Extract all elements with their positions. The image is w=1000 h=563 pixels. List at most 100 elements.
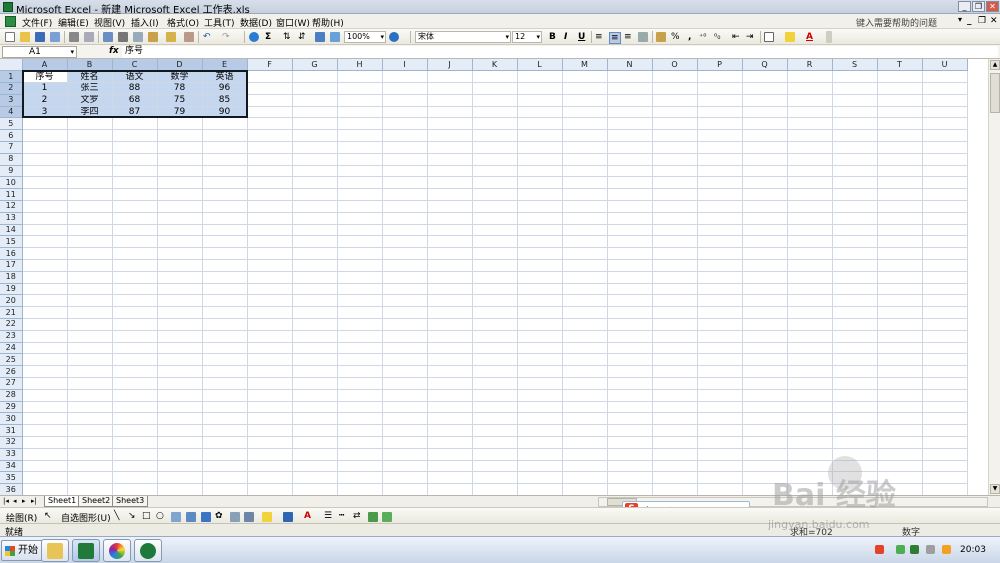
cell-j18[interactable] bbox=[427, 271, 473, 284]
cell-t19[interactable] bbox=[877, 283, 923, 296]
last-sheet-icon[interactable]: ▸| bbox=[31, 497, 37, 505]
column-header-i[interactable]: I bbox=[382, 59, 428, 72]
formula-input[interactable]: 序号 bbox=[122, 46, 998, 58]
cell-q11[interactable] bbox=[742, 188, 788, 202]
tab-sheet3[interactable]: Sheet3 bbox=[112, 496, 149, 507]
cell-r1[interactable] bbox=[787, 70, 833, 84]
cell-m35[interactable] bbox=[562, 471, 608, 485]
name-box-dropdown-icon[interactable]: ▾ bbox=[70, 47, 74, 57]
cell-s11[interactable] bbox=[832, 188, 878, 202]
column-header-p[interactable]: P bbox=[697, 59, 743, 72]
cell-d30[interactable] bbox=[157, 412, 203, 426]
cell-r25[interactable] bbox=[787, 353, 833, 367]
cell-p6[interactable] bbox=[697, 129, 743, 143]
cell-s34[interactable] bbox=[832, 460, 878, 473]
copy-icon[interactable] bbox=[133, 32, 143, 42]
cell-n5[interactable] bbox=[607, 117, 653, 131]
cell-k17[interactable] bbox=[472, 259, 518, 272]
cell-g4[interactable] bbox=[292, 106, 338, 119]
cell-l11[interactable] bbox=[517, 188, 563, 202]
cell-k34[interactable] bbox=[472, 460, 518, 473]
cell-f10[interactable] bbox=[247, 176, 293, 190]
cell-n23[interactable] bbox=[607, 330, 653, 343]
cell-o4[interactable] bbox=[652, 106, 698, 119]
cell-n26[interactable] bbox=[607, 365, 653, 379]
cell-h32[interactable] bbox=[337, 436, 383, 449]
oval-icon[interactable]: ○ bbox=[156, 511, 164, 521]
cell-p27[interactable] bbox=[697, 377, 743, 390]
cell-c24[interactable] bbox=[112, 342, 158, 355]
menu-view[interactable]: 视图(V) bbox=[94, 16, 125, 29]
doc-restore-icon[interactable]: ❐ bbox=[978, 16, 986, 26]
cell-g36[interactable] bbox=[292, 483, 338, 495]
cell-t6[interactable] bbox=[877, 129, 923, 143]
cell-j2[interactable] bbox=[427, 82, 473, 95]
cell-k5[interactable] bbox=[472, 117, 518, 131]
cell-m26[interactable] bbox=[562, 365, 608, 379]
cell-m9[interactable] bbox=[562, 165, 608, 178]
cell-t1[interactable] bbox=[877, 70, 923, 84]
taskbar-excel[interactable] bbox=[72, 539, 100, 562]
row-header[interactable]: 9 bbox=[0, 165, 23, 178]
cell-e11[interactable] bbox=[202, 188, 248, 202]
cell-l25[interactable] bbox=[517, 353, 563, 367]
cell-d26[interactable] bbox=[157, 365, 203, 379]
cell-t9[interactable] bbox=[877, 165, 923, 178]
cell-b31[interactable] bbox=[67, 424, 113, 437]
tray-volume-icon[interactable] bbox=[942, 545, 951, 554]
cell-s30[interactable] bbox=[832, 412, 878, 426]
cell-c3[interactable]: 68 bbox=[112, 94, 158, 107]
cell-l29[interactable] bbox=[517, 401, 563, 414]
cell-q6[interactable] bbox=[742, 129, 788, 143]
cell-k25[interactable] bbox=[472, 353, 518, 367]
cell-h1[interactable] bbox=[337, 70, 383, 84]
tab-sheet1[interactable]: Sheet1 bbox=[44, 496, 81, 507]
cell-b22[interactable] bbox=[67, 318, 113, 331]
cell-g34[interactable] bbox=[292, 460, 338, 473]
cell-l1[interactable] bbox=[517, 70, 563, 84]
cell-q29[interactable] bbox=[742, 401, 788, 414]
fx-icon[interactable]: fx bbox=[109, 46, 119, 56]
undo-icon[interactable]: ↶ bbox=[203, 32, 211, 42]
worksheet-grid[interactable]: A B C D E F G H I J K L M N O P Q R S T U 1 序号 姓名 语文 数学 英语 2 1 张三 88 78… bbox=[0, 59, 988, 495]
cell-n19[interactable] bbox=[607, 283, 653, 296]
cell-i21[interactable] bbox=[382, 306, 428, 320]
cell-c7[interactable] bbox=[112, 141, 158, 154]
cell-d8[interactable] bbox=[157, 153, 203, 166]
cell-d19[interactable] bbox=[157, 283, 203, 296]
cell-b16[interactable] bbox=[67, 247, 113, 261]
fill-color-icon[interactable] bbox=[785, 32, 795, 42]
shadow-icon[interactable] bbox=[368, 512, 378, 522]
row-header[interactable]: 33 bbox=[0, 448, 23, 461]
cell-b32[interactable] bbox=[67, 436, 113, 449]
cell-e12[interactable] bbox=[202, 200, 248, 213]
cell-r17[interactable] bbox=[787, 259, 833, 272]
cell-n18[interactable] bbox=[607, 271, 653, 284]
cell-b6[interactable] bbox=[67, 129, 113, 143]
cell-s12[interactable] bbox=[832, 200, 878, 213]
cell-i9[interactable] bbox=[382, 165, 428, 178]
cell-f8[interactable] bbox=[247, 153, 293, 166]
cell-e9[interactable] bbox=[202, 165, 248, 178]
cell-m36[interactable] bbox=[562, 483, 608, 495]
cell-r11[interactable] bbox=[787, 188, 833, 202]
cell-p4[interactable] bbox=[697, 106, 743, 119]
cell-h30[interactable] bbox=[337, 412, 383, 426]
cell-q27[interactable] bbox=[742, 377, 788, 390]
cell-l6[interactable] bbox=[517, 129, 563, 143]
cell-u11[interactable] bbox=[922, 188, 968, 202]
cell-p8[interactable] bbox=[697, 153, 743, 166]
cell-t14[interactable] bbox=[877, 224, 923, 237]
cell-a24[interactable] bbox=[22, 342, 68, 355]
cell-m17[interactable] bbox=[562, 259, 608, 272]
cell-i24[interactable] bbox=[382, 342, 428, 355]
cell-m19[interactable] bbox=[562, 283, 608, 296]
cell-b25[interactable] bbox=[67, 353, 113, 367]
cell-f29[interactable] bbox=[247, 401, 293, 414]
cell-g10[interactable] bbox=[292, 176, 338, 190]
cell-a21[interactable] bbox=[22, 306, 68, 320]
cell-s25[interactable] bbox=[832, 353, 878, 367]
cell-c34[interactable] bbox=[112, 460, 158, 473]
cell-k8[interactable] bbox=[472, 153, 518, 166]
cell-q3[interactable] bbox=[742, 94, 788, 107]
